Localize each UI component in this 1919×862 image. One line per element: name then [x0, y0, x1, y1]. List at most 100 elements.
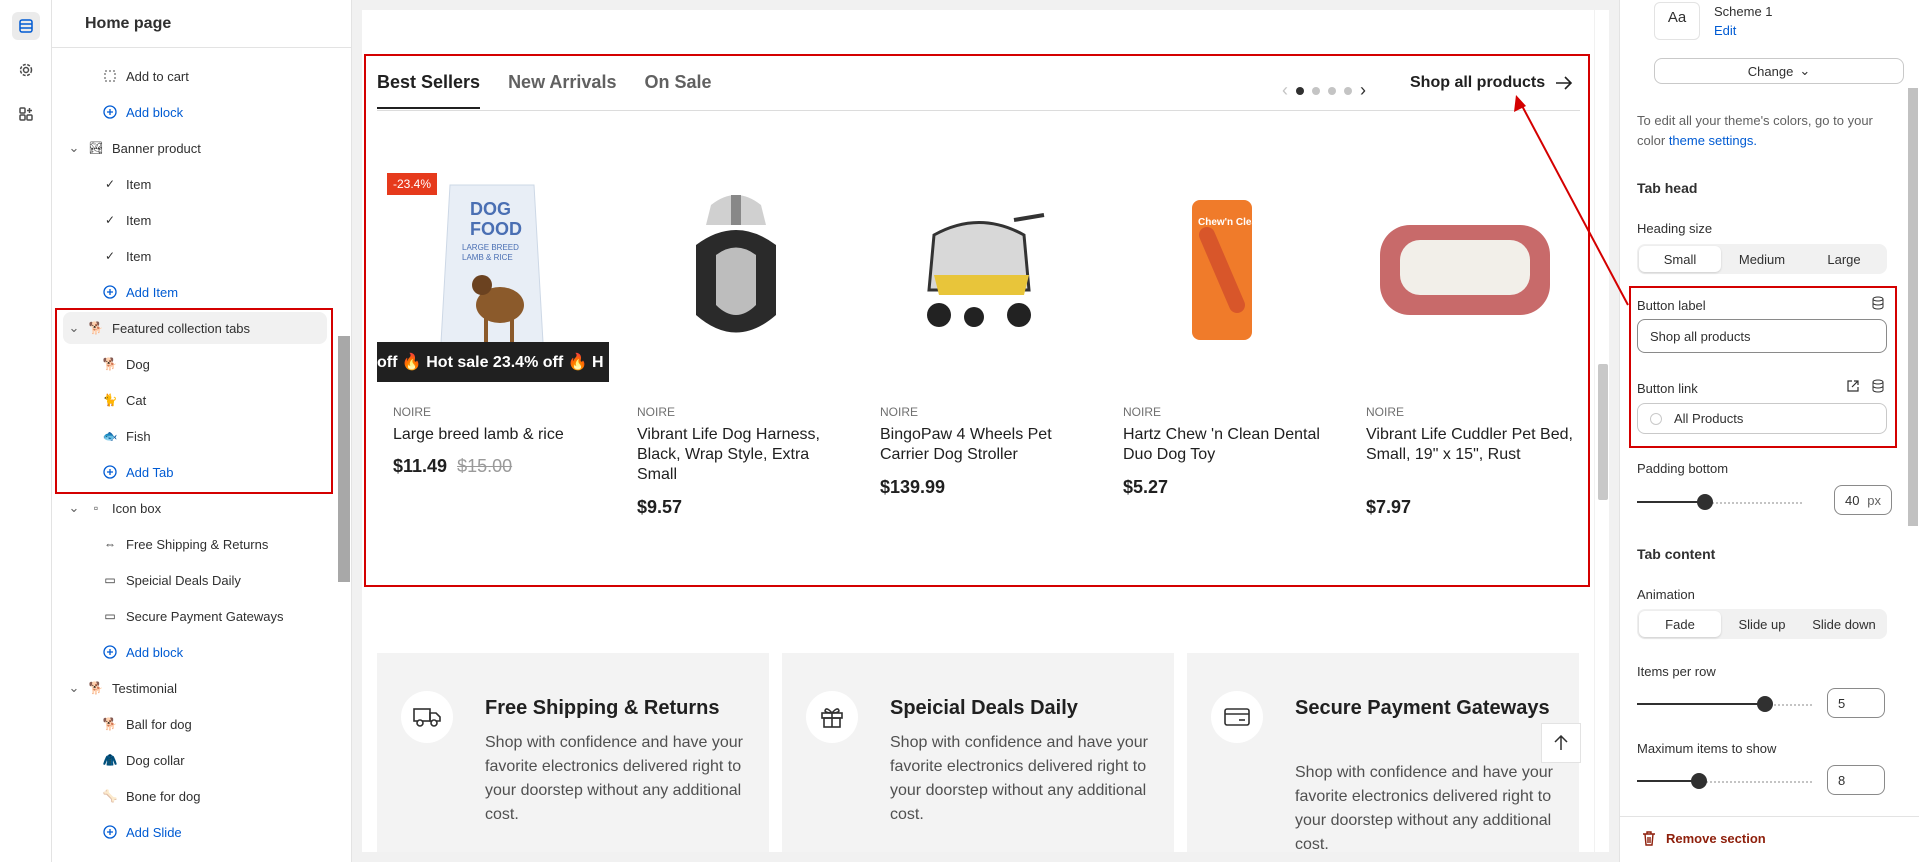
row-label: Fish — [126, 428, 151, 444]
max-items-input[interactable]: 8 — [1827, 765, 1885, 795]
tab-new-arrivals[interactable]: New Arrivals — [508, 72, 616, 109]
bone-icon: 🦴 — [102, 789, 118, 803]
tab-best-sellers[interactable]: Best Sellers — [377, 72, 481, 109]
back-to-top-button[interactable] — [1541, 723, 1581, 763]
block-item[interactable]: ✓ Item — [102, 204, 151, 236]
input-value: 40 — [1845, 492, 1860, 508]
color-scheme-swatch[interactable]: Aa — [1654, 2, 1700, 40]
block-item[interactable]: ✓ Item — [102, 240, 151, 272]
check-icon: ✓ — [104, 249, 116, 263]
heading-size-large[interactable]: Large — [1803, 246, 1885, 272]
chevron-left-icon[interactable]: ‹ — [1282, 80, 1288, 101]
product-name[interactable]: Large breed lamb & rice — [393, 425, 603, 445]
slider-knob[interactable] — [1697, 494, 1713, 510]
button-link-input[interactable]: All Products — [1637, 403, 1887, 434]
product-card[interactable]: Chew'n Clean NOIRE Hartz Chew 'n Clean D… — [1107, 160, 1337, 497]
block-deals[interactable]: ▭ Speicial Deals Daily — [102, 564, 241, 596]
trash-icon — [1643, 831, 1655, 846]
input-value: All Products — [1674, 411, 1744, 426]
tab-fish[interactable]: 🐟 Fish — [102, 420, 151, 452]
gift-icon — [806, 691, 858, 743]
animation-slide-down[interactable]: Slide down — [1803, 611, 1885, 637]
page-dot[interactable] — [1296, 86, 1304, 95]
padding-bottom-input[interactable]: 40 px — [1834, 485, 1892, 515]
link-status-icon — [1650, 412, 1662, 425]
marquee-text: off 🔥 Hot sale 23.4% off 🔥 H — [377, 354, 604, 371]
add-block-button[interactable]: Add block — [102, 636, 183, 668]
database-icon[interactable] — [1871, 379, 1885, 398]
add-item-button[interactable]: Add Item — [102, 276, 178, 308]
slide-collar[interactable]: 🧥 Dog collar — [102, 744, 185, 776]
row-label: Ball for dog — [126, 716, 192, 732]
block-add-to-cart[interactable]: Add to cart — [102, 60, 189, 92]
section-icon-box[interactable]: ⌄ ▫ Icon box — [68, 492, 162, 524]
chevron-right-icon[interactable]: › — [1360, 80, 1366, 101]
product-price: $7.97 — [1366, 497, 1412, 517]
tab-cat[interactable]: 🐈 Cat — [102, 384, 147, 416]
product-name[interactable]: BingoPaw 4 Wheels Pet Carrier Dog Stroll… — [880, 425, 1090, 465]
arrow-right-icon — [1556, 76, 1573, 90]
slide-bone[interactable]: 🦴 Bone for dog — [102, 780, 201, 812]
product-name[interactable]: Vibrant Life Cuddler Pet Bed, Small, 19"… — [1366, 425, 1576, 465]
page-title: Home page — [52, 0, 351, 48]
section-banner-product[interactable]: ⌄ 🏞 Banner product — [68, 132, 201, 164]
section-testimonial[interactable]: ⌄ 🐕 Testimonial — [68, 672, 177, 704]
add-slide-button[interactable]: Add Slide — [102, 816, 182, 848]
apps-icon[interactable] — [12, 100, 40, 128]
input-value: Shop all products — [1650, 328, 1751, 344]
heading-size-medium[interactable]: Medium — [1721, 246, 1803, 272]
row-label: Dog — [126, 356, 150, 372]
sections-icon[interactable] — [12, 12, 40, 40]
block-item[interactable]: ✓ Item — [102, 168, 151, 200]
section-featured-collection-tabs[interactable]: ⌄ 🐕 Featured collection tabs — [68, 312, 250, 344]
tab-dog[interactable]: 🐕 Dog — [102, 348, 150, 380]
settings-scroll-thumb[interactable] — [1908, 88, 1918, 526]
page-dot[interactable] — [1344, 86, 1352, 95]
heading-size-small[interactable]: Small — [1639, 246, 1721, 272]
input-value: 5 — [1838, 695, 1846, 711]
button-label-input[interactable]: Shop all products — [1637, 319, 1887, 353]
external-link-icon[interactable] — [1846, 379, 1860, 398]
block-secure-payment[interactable]: ▭ Secure Payment Gateways — [102, 600, 283, 632]
database-icon[interactable] — [1871, 296, 1885, 315]
theme-settings-link[interactable]: theme settings. — [1669, 133, 1757, 148]
items-per-row-slider[interactable] — [1637, 696, 1812, 712]
animation-fade[interactable]: Fade — [1639, 611, 1721, 637]
truck-icon: ⇔ — [104, 537, 116, 551]
product-brand: NOIRE — [637, 405, 676, 419]
items-per-row-input[interactable]: 5 — [1827, 688, 1885, 718]
product-name[interactable]: Vibrant Life Dog Harness, Black, Wrap St… — [637, 425, 847, 485]
change-scheme-button[interactable]: Change ⌄ — [1654, 58, 1904, 84]
product-card[interactable]: NOIRE Vibrant Life Dog Harness, Black, W… — [621, 160, 851, 517]
icon-box-title: Secure Payment Gateways — [1295, 697, 1550, 719]
settings-gear-icon[interactable] — [12, 56, 40, 84]
padding-bottom-slider[interactable] — [1637, 494, 1802, 510]
chevron-down-icon: ⌄ — [68, 320, 80, 335]
add-tab-button[interactable]: Add Tab — [102, 456, 173, 488]
animation-slide-up[interactable]: Slide up — [1721, 611, 1803, 637]
preview-scroll-thumb[interactable] — [1598, 364, 1608, 500]
dog-icon: 🐕 — [102, 357, 118, 371]
block-free-shipping[interactable]: ⇔ Free Shipping & Returns — [102, 528, 268, 560]
add-block-button[interactable]: Add block — [102, 96, 183, 128]
shop-all-link[interactable]: Shop all products — [1410, 74, 1573, 92]
slider-knob[interactable] — [1691, 773, 1707, 789]
max-items-slider[interactable] — [1637, 773, 1812, 789]
tab-content-heading: Tab content — [1637, 546, 1716, 562]
remove-section-button[interactable]: Remove section — [1642, 831, 1766, 846]
icon-box-description: Shop with confidence and have your favor… — [485, 734, 743, 823]
product-card[interactable]: NOIRE BingoPaw 4 Wheels Pet Carrier Dog … — [864, 160, 1094, 497]
collection-icon: 🐕 — [88, 321, 104, 335]
page-dot[interactable] — [1328, 86, 1336, 95]
slide-ball[interactable]: 🐕 Ball for dog — [102, 708, 192, 740]
row-label: Featured collection tabs — [112, 320, 251, 336]
slider-knob[interactable] — [1757, 696, 1773, 712]
edit-scheme-link[interactable]: Edit — [1714, 23, 1736, 38]
page-dot[interactable] — [1312, 86, 1320, 95]
sidebar-scroll-thumb[interactable] — [338, 336, 350, 582]
product-name[interactable]: Hartz Chew 'n Clean Dental Duo Dog Toy — [1123, 425, 1333, 465]
product-card[interactable]: NOIRE Vibrant Life Cuddler Pet Bed, Smal… — [1350, 160, 1580, 517]
chevron-down-icon: ⌄ — [1799, 63, 1811, 78]
color-note: To edit all your theme's colors, go to y… — [1637, 111, 1897, 151]
tab-on-sale[interactable]: On Sale — [644, 72, 711, 109]
